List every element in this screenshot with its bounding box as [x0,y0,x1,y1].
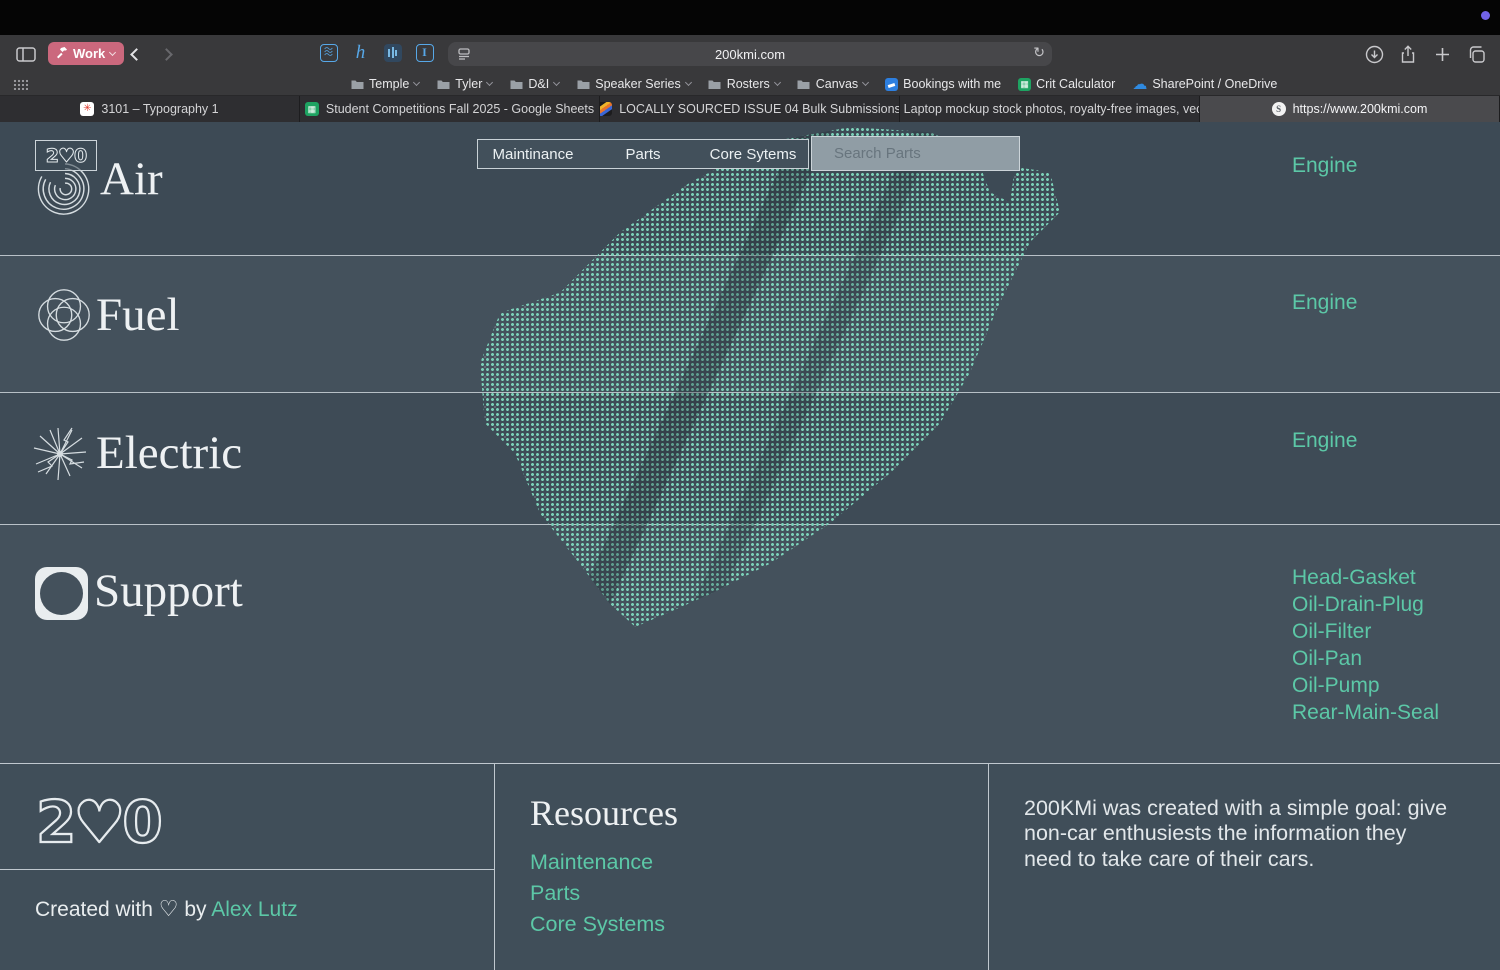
search-parts-input[interactable] [811,136,1020,171]
heart-icon: ♡ [159,896,179,921]
folder-icon [350,78,364,90]
canvas-favicon: ✳ [80,102,94,116]
profile-work-button[interactable]: Work [48,42,124,65]
instapaper-extension-icon[interactable]: I [414,42,435,63]
footer-credit-line: Created with ♡ by Alex Lutz [35,896,298,922]
section-title-electric: Electric [96,426,242,480]
resources-heading: Resources [530,792,678,834]
tab-bar: ✳ 3101 – Typography 1 ▦ Student Competit… [0,96,1500,122]
part-link-head-gasket[interactable]: Head-Gasket [1292,564,1439,591]
section-title-air: Air [100,152,163,206]
folder-icon [436,78,450,90]
bookmark-folder-dandi[interactable]: D&I [509,77,559,91]
nav-core-sytems[interactable]: Core Sytems [698,140,808,168]
nav-maintinance[interactable]: Maintinance [478,140,588,168]
electric-spark-icon [28,422,92,491]
folder-icon [576,78,590,90]
folder-icon [708,78,722,90]
about-blurb: 200KMi was created with a simple goal: g… [1024,796,1460,872]
tab-overview-icon[interactable] [1464,42,1488,66]
part-link-oil-pump[interactable]: Oil-Pump [1292,672,1439,699]
toolbar-right-icons [1362,42,1488,66]
profile-label: Work [73,46,105,61]
webpage-200kmi: Maintinance Parts Core Sytems 2♥0 Air En… [0,122,1500,970]
downloads-icon[interactable] [1362,42,1386,66]
footer-credit-divider [0,869,494,870]
bookmark-grid-icon[interactable] [13,79,28,90]
bookmark-folder-speaker-series[interactable]: Speaker Series [576,77,690,91]
part-link-rear-main-seal[interactable]: Rear-Main-Seal [1292,699,1439,726]
new-tab-icon[interactable] [1430,42,1454,66]
footer-logo-200: 2♥0 [36,788,160,856]
url-text: 200kmi.com [448,47,1052,62]
extension-bar: 〜〜〜 h I [318,42,435,63]
sheets-favicon: ▦ [305,102,319,116]
folder-icon [509,78,523,90]
recording-indicator-dot [1481,11,1490,20]
bars-extension-icon[interactable] [382,42,403,63]
hypothesis-extension-icon[interactable]: h [350,42,371,63]
address-bar[interactable]: 200kmi.com ↻ [448,42,1052,66]
logo-200-text: 2♥0 [46,145,86,167]
bookmark-sharepoint-onedrive[interactable]: ☁ SharePoint / OneDrive [1132,75,1277,93]
air-part-engine-link[interactable]: Engine [1292,154,1357,178]
back-button[interactable] [124,42,148,66]
tab-locally-sourced[interactable]: LOCALLY SOURCED ISSUE 04 Bulk Submission… [600,96,900,122]
footer-link-maintenance[interactable]: Maintenance [530,850,653,875]
bookmarks-bar: Temple Tyler D&I Speaker Series Rosters … [0,72,1500,96]
fuel-circles-icon [33,284,95,351]
part-link-oil-pan[interactable]: Oil-Pan [1292,645,1439,672]
site-logo-badge[interactable]: 2♥0 [35,140,97,171]
support-badge-icon [35,567,88,620]
section-title-fuel: Fuel [96,288,180,342]
part-link-oil-filter[interactable]: Oil-Filter [1292,618,1439,645]
bookmark-folder-tyler[interactable]: Tyler [436,77,492,91]
bookmark-crit-calculator[interactable]: ▦ Crit Calculator [1018,77,1115,91]
footer-link-parts[interactable]: Parts [530,881,580,906]
reader-icon[interactable] [456,46,472,65]
bookings-icon [885,78,898,91]
stripes-favicon [600,102,612,116]
bookmark-folder-canvas[interactable]: Canvas [797,77,868,91]
notes-extension-icon[interactable]: 〜〜〜 [318,42,339,63]
cloud-icon: ☁ [1132,75,1147,93]
page-footer: 2♥0 Created with ♡ by Alex Lutz Resource… [0,763,1500,970]
section-title-support: Support [94,564,243,618]
author-link[interactable]: Alex Lutz [211,898,297,921]
bookmark-bookings-with-me[interactable]: Bookings with me [885,77,1001,91]
refresh-icon[interactable]: ↻ [1033,44,1045,61]
tab-200kmi-active[interactable]: S https://www.200kmi.com [1200,96,1500,122]
hammer-icon [55,46,68,62]
page-navigation: Maintinance Parts Core Sytems [477,139,809,169]
tab-typography[interactable]: ✳ 3101 – Typography 1 [0,96,300,122]
bookmark-folder-temple[interactable]: Temple [350,77,419,91]
footer-link-core-systems[interactable]: Core Systems [530,912,665,937]
tab-shutterstock[interactable]: St Laptop mockup stock photos, royalty-f… [900,96,1200,122]
part-link-oil-drain-plug[interactable]: Oil-Drain-Plug [1292,591,1439,618]
site-favicon: S [1272,102,1286,116]
nav-parts[interactable]: Parts [588,140,698,168]
bookmark-folder-rosters[interactable]: Rosters [708,77,780,91]
sheets-icon: ▦ [1018,78,1031,91]
footer-divider-2 [988,764,989,970]
support-parts-list: Head-Gasket Oil-Drain-Plug Oil-Filter Oi… [1292,564,1439,726]
fuel-part-engine-link[interactable]: Engine [1292,291,1357,315]
electric-part-engine-link[interactable]: Engine [1292,429,1357,453]
footer-divider-1 [494,764,495,970]
forward-button[interactable] [154,42,178,66]
browser-toolbar: Work 〜〜〜 h I 200kmi.com ↻ [0,35,1500,72]
menu-bar [0,0,1500,35]
sidebar-toggle-icon[interactable] [14,42,38,66]
folder-icon [797,78,811,90]
share-icon[interactable] [1396,42,1420,66]
chevron-down-icon [109,48,116,55]
tab-google-sheets[interactable]: ▦ Student Competitions Fall 2025 - Googl… [300,96,600,122]
